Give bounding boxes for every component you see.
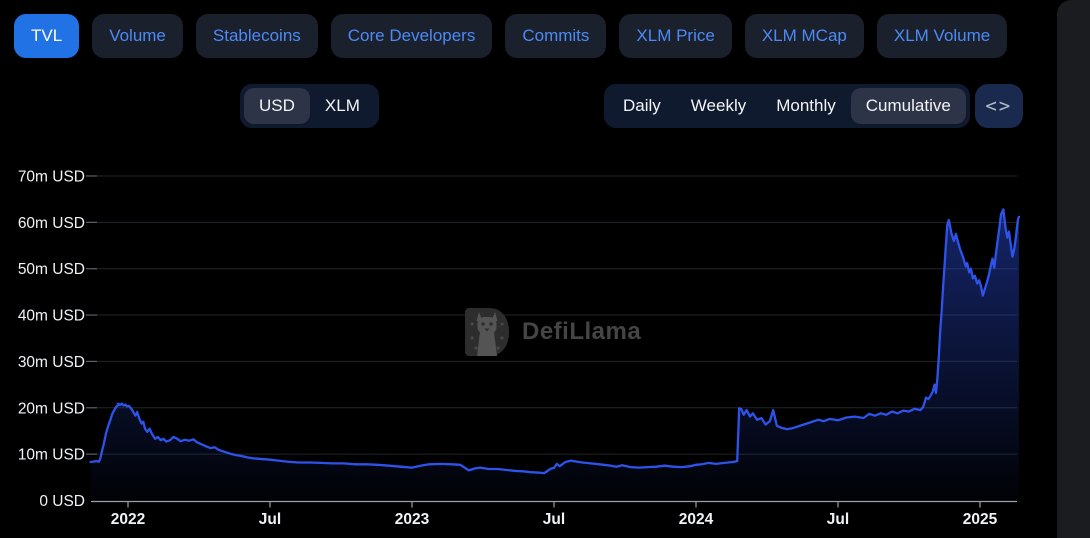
x-tick-label: 2022 bbox=[111, 511, 145, 528]
tab-volume[interactable]: Volume bbox=[92, 14, 183, 58]
toggle-option-usd[interactable]: USD bbox=[244, 88, 310, 124]
y-tick-label: 60m USD bbox=[18, 215, 85, 232]
toggle-option-cumulative[interactable]: Cumulative bbox=[850, 88, 966, 124]
y-tick-label: 0 USD bbox=[39, 493, 85, 510]
x-axis: 2022 Jul 2023 Jul 2024 Jul 2025 bbox=[91, 500, 1017, 528]
metric-tabs-row: TVL Volume Stablecoins Core Developers Commi… bbox=[14, 14, 1008, 58]
y-tick-label: 30m USD bbox=[18, 354, 85, 371]
currency-toggle: USD XLM bbox=[240, 84, 379, 128]
tab-xlm-volume[interactable]: XLM Volume bbox=[876, 14, 1008, 58]
x-tick-label: Jul bbox=[259, 511, 281, 528]
tab-stablecoins[interactable]: Stablecoins bbox=[195, 14, 318, 58]
y-tick-label: 50m USD bbox=[18, 261, 85, 278]
toggle-option-weekly[interactable]: Weekly bbox=[676, 88, 761, 124]
y-axis-labels: 0 USD 10m USD 20m USD 30m USD 40m USD 50m USD… bbox=[18, 168, 85, 510]
tab-xlm-price[interactable]: XLM Price bbox=[619, 14, 732, 58]
x-tick-label: 2024 bbox=[679, 511, 714, 528]
y-tick-label: 70m USD bbox=[18, 168, 85, 185]
expand-chart-button[interactable]: <> bbox=[974, 84, 1023, 128]
y-tick-label: 40m USD bbox=[18, 308, 85, 325]
tvl-line-chart[interactable]: 0 USD 10m USD 20m USD 30m USD 40m USD 50m USD… bbox=[0, 0, 1090, 538]
x-tick-label: Jul bbox=[827, 511, 849, 528]
x-tick-label: 2023 bbox=[395, 511, 430, 528]
y-tick-label: 20m USD bbox=[18, 400, 85, 417]
x-tick-label: 2025 bbox=[963, 511, 998, 528]
tab-core-developers[interactable]: Core Developers bbox=[330, 14, 493, 58]
tab-commits[interactable]: Commits bbox=[505, 14, 607, 58]
expand-icon: <> bbox=[985, 95, 1013, 117]
tab-tvl[interactable]: TVL bbox=[14, 14, 80, 58]
tab-xlm-mcap[interactable]: XLM MCap bbox=[744, 14, 864, 58]
x-tick-label: Jul bbox=[543, 511, 565, 528]
interval-toggle: Daily Weekly Monthly Cumulative bbox=[604, 84, 970, 128]
toggle-option-monthly[interactable]: Monthly bbox=[761, 88, 851, 124]
interval-controls: Daily Weekly Monthly Cumulative <> bbox=[604, 84, 1023, 128]
tvl-area-fill bbox=[90, 209, 1019, 502]
toggle-option-daily[interactable]: Daily bbox=[608, 88, 676, 124]
gridlines bbox=[86, 175, 1017, 455]
toggle-option-xlm[interactable]: XLM bbox=[310, 88, 375, 124]
right-edge-panel bbox=[1057, 0, 1090, 538]
y-tick-label: 10m USD bbox=[18, 447, 85, 464]
